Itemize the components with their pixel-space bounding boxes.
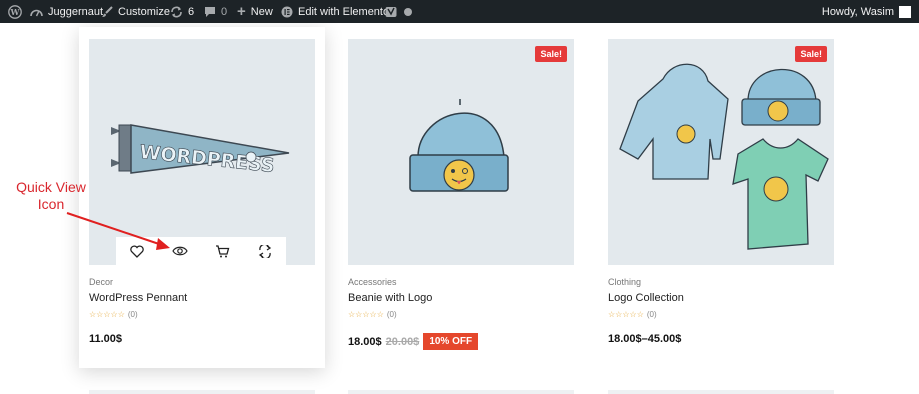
rating-count: (0) (127, 310, 138, 319)
product-category[interactable]: Accessories (348, 277, 397, 287)
product-price: 11.00$ (89, 333, 122, 345)
next-row-card-edge (608, 390, 834, 394)
comment-icon (204, 6, 216, 18)
updates-icon (170, 6, 183, 18)
wishlist-heart-icon[interactable] (126, 240, 148, 262)
old-price: 20.00$ (385, 335, 420, 348)
comments-count: 0 (221, 5, 228, 18)
elementor-label: Edit with Elementor (298, 5, 393, 18)
wordpress-logo-icon[interactable]: W (8, 0, 22, 23)
star-rating-icon: ☆☆☆☆☆ (348, 310, 384, 319)
comments-menu[interactable]: 0 (204, 0, 227, 23)
product-image-collection[interactable]: Sale! (608, 39, 834, 265)
product-price: 18.00$ 20.00$ 10% OFF (348, 333, 479, 350)
compare-icon[interactable] (254, 240, 276, 262)
product-card-pennant[interactable]: WORDPRESS Decor WordPress Pennant ☆☆☆☆☆ … (79, 27, 325, 368)
star-rating-icon: ☆☆☆☆☆ (608, 310, 644, 319)
add-to-cart-icon[interactable] (211, 240, 233, 262)
product-category[interactable]: Decor (89, 277, 113, 287)
next-row-card-edge (89, 390, 315, 394)
pennant-illustration: WORDPRESS (111, 124, 290, 177)
svg-text:W: W (10, 7, 21, 17)
product-rating: ☆☆☆☆☆ (0) (608, 310, 657, 319)
admin-bar: W Juggernaut Customize 6 0 + New Edit wi… (0, 0, 919, 23)
updates-count: 6 (188, 5, 195, 18)
beanie-illustration (409, 99, 509, 192)
updates-menu[interactable]: 6 (170, 0, 194, 23)
price-value: 18.00$–45.00$ (608, 333, 682, 345)
next-row-card-edge (348, 390, 574, 394)
avatar (899, 5, 911, 18)
product-rating: ☆☆☆☆☆ (0) (89, 310, 138, 319)
product-rating: ☆☆☆☆☆ (0) (348, 310, 397, 319)
dashboard-icon (30, 6, 43, 18)
site-name-menu[interactable]: Juggernaut (30, 0, 103, 23)
price-value: 11.00$ (89, 333, 123, 345)
sale-badge: Sale! (535, 46, 567, 62)
product-title[interactable]: Beanie with Logo (348, 292, 432, 304)
elementor-menu[interactable]: Edit with Elementor (281, 0, 393, 23)
product-category[interactable]: Clothing (608, 277, 641, 287)
price-value: 18.00$ (348, 335, 382, 348)
paintbrush-icon (101, 5, 113, 18)
sale-badge: Sale! (795, 46, 827, 62)
quick-view-eye-icon[interactable] (169, 240, 191, 262)
rating-count: (0) (386, 310, 397, 319)
customize-label: Customize (118, 5, 170, 18)
rating-count: (0) (646, 310, 657, 319)
plus-icon: + (237, 3, 246, 20)
product-image-pennant[interactable]: WORDPRESS (89, 39, 315, 265)
customize-menu[interactable]: Customize (101, 0, 170, 23)
product-title[interactable]: Logo Collection (608, 292, 684, 304)
collection-illustration (619, 63, 829, 250)
site-name: Juggernaut (48, 5, 104, 18)
product-actions-bar (116, 237, 286, 265)
new-content-menu[interactable]: + New (237, 0, 273, 23)
quick-view-annotation: Quick View Icon (16, 179, 86, 212)
yoast-icon[interactable] (385, 0, 397, 23)
elementor-icon (281, 6, 293, 18)
product-image-beanie[interactable]: Sale! (348, 39, 574, 265)
star-rating-icon: ☆☆☆☆☆ (89, 310, 125, 319)
status-dot-icon[interactable] (404, 0, 412, 23)
product-price: 18.00$–45.00$ (608, 333, 681, 345)
howdy-text: Howdy, Wasim (821, 5, 894, 18)
product-title[interactable]: WordPress Pennant (89, 292, 187, 304)
new-label: New (250, 5, 273, 18)
discount-badge: 10% OFF (423, 333, 479, 350)
account-menu[interactable]: Howdy, Wasim (822, 0, 911, 23)
